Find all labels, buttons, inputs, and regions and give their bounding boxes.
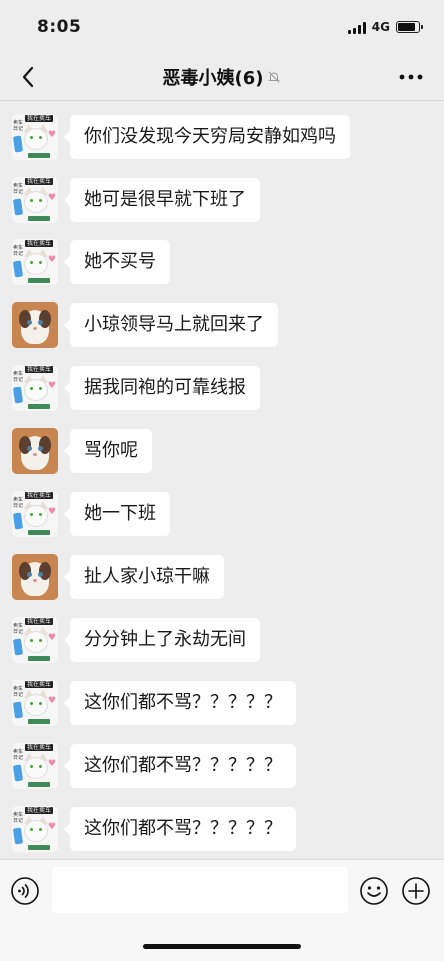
- bell-muted-icon: [268, 71, 281, 83]
- message-bubble[interactable]: 她不买号: [64, 240, 170, 284]
- message-bubble[interactable]: 这你们都不骂？？？？？: [64, 744, 296, 788]
- more-dots-icon[interactable]: [396, 65, 426, 89]
- cat-sign-avatar[interactable]: 我在卖车 卖车日记 ♥: [12, 491, 58, 537]
- message-row: 骂你呢: [12, 428, 152, 474]
- cat-sign-avatar[interactable]: 我在卖车 卖车日记 ♥: [12, 806, 58, 852]
- message-row: 我在卖车 卖车日记 ♥ 她可是很早就下班了: [12, 177, 260, 223]
- message-bubble[interactable]: 你们没发现今天穷局安静如鸡吗: [64, 115, 350, 159]
- ragdoll-cat-avatar[interactable]: [12, 428, 58, 474]
- cat-sign-avatar[interactable]: 我在卖车 卖车日记 ♥: [12, 177, 58, 223]
- message-row: 我在卖车 卖车日记 ♥ 她一下班: [12, 491, 170, 537]
- message-row: 我在卖车 卖车日记 ♥ 这你们都不骂？？？？？: [12, 680, 296, 726]
- message-row: 我在卖车 卖车日记 ♥ 据我同袍的可靠线报: [12, 365, 260, 411]
- signal-bars-icon: [347, 21, 366, 34]
- status-bar: 8:05 4G: [0, 0, 444, 54]
- message-row: 我在卖车 卖车日记 ♥ 分分钟上了永劫无间: [12, 617, 260, 663]
- cat-sign-avatar[interactable]: 我在卖车 卖车日记 ♥: [12, 239, 58, 285]
- ragdoll-cat-avatar[interactable]: [12, 302, 58, 348]
- chat-title-group: 恶毒小姨(6): [163, 64, 282, 90]
- message-row: 我在卖车 卖车日记 ♥ 这你们都不骂？？？？？: [12, 743, 296, 789]
- home-indicator[interactable]: [143, 944, 301, 949]
- cat-sign-avatar[interactable]: 我在卖车 卖车日记 ♥: [12, 114, 58, 160]
- plus-circle-icon[interactable]: [401, 876, 431, 906]
- cat-sign-avatar[interactable]: 我在卖车 卖车日记 ♥: [12, 680, 58, 726]
- message-row: 我在卖车 卖车日记 ♥ 她不买号: [12, 239, 170, 285]
- message-bubble[interactable]: 骂你呢: [64, 429, 152, 473]
- cat-sign-avatar[interactable]: 我在卖车 卖车日记 ♥: [12, 743, 58, 789]
- cat-sign-avatar[interactable]: 我在卖车 卖车日记 ♥: [12, 617, 58, 663]
- ragdoll-cat-avatar[interactable]: [12, 554, 58, 600]
- chat-message-list[interactable]: 我在卖车 卖车日记 ♥ 你们没发现今天穷局安静如鸡吗 我在卖车 卖车日记 ♥ 她可是…: [0, 101, 444, 859]
- message-bubble[interactable]: 扯人家小琼干嘛: [64, 555, 224, 599]
- status-time: 8:05: [37, 17, 82, 37]
- chat-header: 恶毒小姨(6): [0, 54, 444, 101]
- message-bubble[interactable]: 小琼领导马上就回来了: [64, 303, 278, 347]
- emoji-smile-icon[interactable]: [359, 876, 389, 906]
- chevron-left-icon[interactable]: [14, 62, 44, 92]
- message-bubble[interactable]: 她一下班: [64, 492, 170, 536]
- battery-level: [398, 23, 415, 31]
- cat-sign-avatar[interactable]: 我在卖车 卖车日记 ♥: [12, 365, 58, 411]
- status-indicators: 4G: [347, 20, 423, 34]
- message-bubble[interactable]: 分分钟上了永劫无间: [64, 618, 260, 662]
- message-row: 我在卖车 卖车日记 ♥ 这你们都不骂？？？？？: [12, 806, 296, 852]
- message-bubble[interactable]: 这你们都不骂？？？？？: [64, 681, 296, 725]
- network-type: 4G: [371, 20, 390, 34]
- battery-icon: [396, 21, 423, 33]
- message-bubble[interactable]: 她可是很早就下班了: [64, 178, 260, 222]
- message-row: 扯人家小琼干嘛: [12, 554, 224, 600]
- message-bubble[interactable]: 据我同袍的可靠线报: [64, 366, 260, 410]
- chat-title: 恶毒小姨(6): [162, 68, 264, 89]
- voice-icon[interactable]: [10, 876, 40, 906]
- message-input[interactable]: [52, 867, 348, 913]
- message-row: 我在卖车 卖车日记 ♥ 你们没发现今天穷局安静如鸡吗: [12, 114, 350, 160]
- message-row: 小琼领导马上就回来了: [12, 302, 278, 348]
- message-bubble[interactable]: 这你们都不骂？？？？？: [64, 807, 296, 851]
